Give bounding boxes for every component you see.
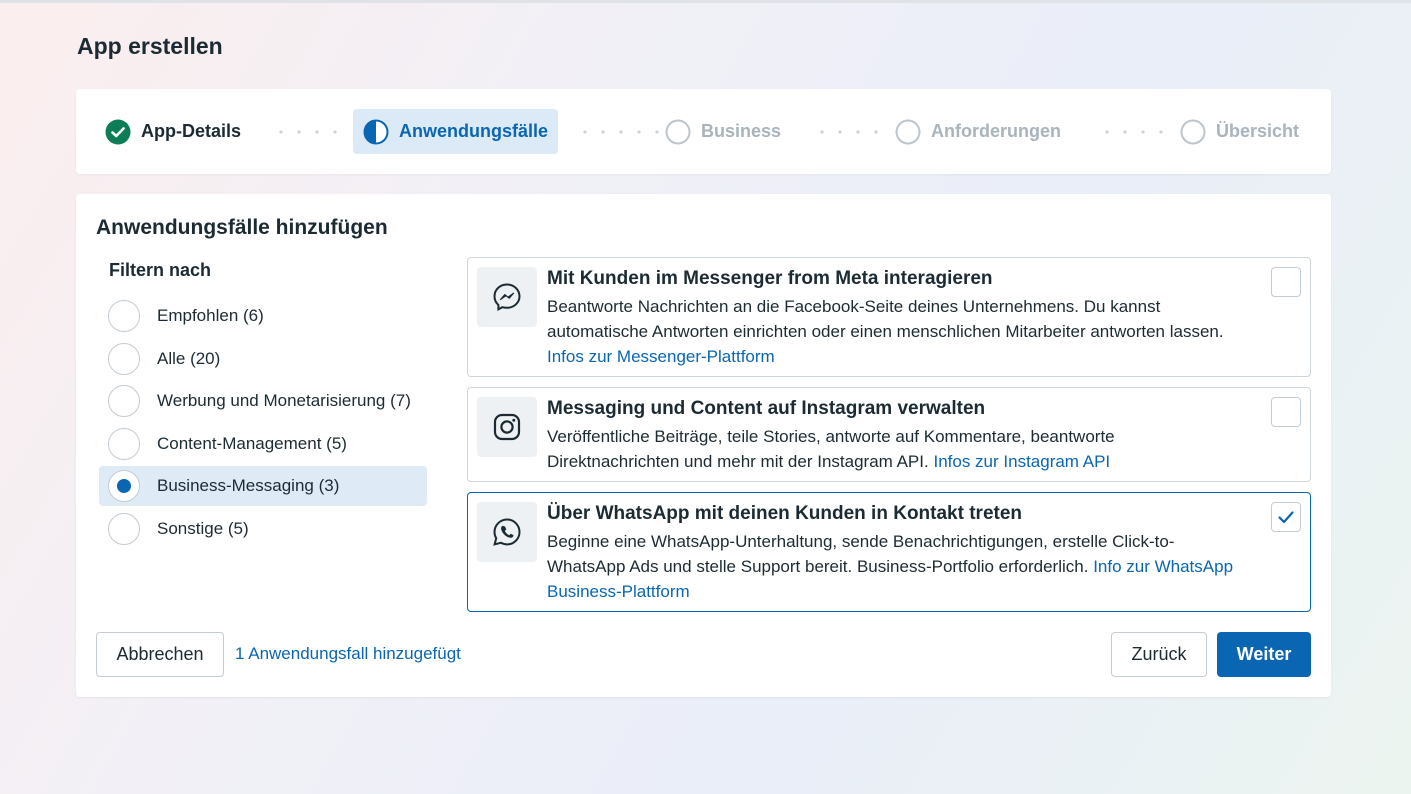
step-label: Anforderungen: [931, 121, 1061, 141]
filter-label: Empfohlen (6): [157, 306, 264, 325]
step-label: Übersicht: [1216, 121, 1300, 141]
step-app-details[interactable]: App-Details: [105, 109, 241, 154]
step-connector: [813, 130, 889, 134]
filter-item-recommended[interactable]: Empfohlen (6): [99, 296, 427, 336]
card-title: Anwendungsfälle hinzufügen: [96, 216, 388, 239]
use-case-messenger[interactable]: Mit Kunden im Messenger from Meta intera…: [467, 257, 1311, 377]
filter-item-all[interactable]: Alle (20): [99, 339, 427, 379]
use-case-checkbox[interactable]: [1271, 397, 1301, 427]
use-case-title: Messaging und Content auf Instagram verw…: [547, 398, 986, 419]
messenger-info-link[interactable]: Infos zur Messenger-Plattform: [547, 347, 775, 366]
use-case-title: Mit Kunden im Messenger from Meta intera…: [547, 268, 993, 289]
step-requirements[interactable]: Anforderungen: [895, 109, 1061, 154]
use-case-instagram[interactable]: Messaging und Content auf Instagram verw…: [467, 387, 1311, 482]
instagram-icon: [477, 397, 537, 457]
radio-button[interactable]: [108, 428, 140, 460]
radio-button[interactable]: [108, 513, 140, 545]
check-circle-icon: [105, 119, 131, 144]
top-divider: [0, 0, 1411, 3]
filter-item-content-management[interactable]: Content-Management (5): [99, 424, 427, 464]
step-label: App-Details: [141, 121, 242, 141]
use-case-title: Über WhatsApp mit deinen Kunden in Konta…: [547, 503, 1023, 524]
step-connector: [576, 130, 660, 134]
radio-button[interactable]: [108, 385, 140, 417]
page-title: App erstellen: [77, 33, 223, 59]
next-button[interactable]: Weiter: [1217, 632, 1311, 677]
description-text: Beantworte Nachrichten an die Facebook-S…: [547, 297, 1224, 341]
step-business[interactable]: Business: [665, 109, 781, 154]
filter-label: Alle (20): [157, 349, 221, 368]
step-label: Business: [701, 121, 782, 141]
use-case-card: Anwendungsfälle hinzufügen Filtern nach …: [76, 194, 1331, 697]
radio-button[interactable]: [108, 343, 140, 375]
filter-label: Business-Messaging (3): [157, 476, 340, 495]
filter-title: Filtern nach: [109, 260, 212, 280]
messenger-icon: [477, 267, 537, 327]
empty-circle-icon: [1180, 119, 1206, 144]
radio-button[interactable]: [108, 300, 140, 332]
step-use-cases[interactable]: Anwendungsfälle: [353, 109, 559, 154]
filter-item-business-messaging[interactable]: Business-Messaging (3): [99, 466, 427, 506]
step-label: Anwendungsfälle: [399, 121, 549, 141]
empty-circle-icon: [895, 119, 921, 144]
empty-circle-icon: [665, 119, 691, 144]
use-case-description: Beginne eine WhatsApp-Unterhaltung, send…: [547, 529, 1237, 604]
use-case-description: Veröffentliche Beiträge, teile Stories, …: [547, 424, 1237, 474]
use-case-checkbox[interactable]: [1271, 267, 1301, 297]
filter-label: Content-Management (5): [157, 434, 347, 453]
checkmark-icon: [1278, 511, 1294, 524]
step-connector: [272, 130, 348, 134]
whatsapp-icon: [477, 502, 537, 562]
step-connector: [1098, 130, 1174, 134]
use-case-whatsapp[interactable]: Über WhatsApp mit deinen Kunden in Konta…: [467, 492, 1311, 612]
filter-item-other[interactable]: Sonstige (5): [99, 509, 427, 549]
added-use-cases-link[interactable]: 1 Anwendungsfall hinzugefügt: [235, 644, 461, 664]
filter-item-ads-monetization[interactable]: Werbung und Monetarisierung (7): [99, 381, 427, 421]
use-case-description: Beantworte Nachrichten an die Facebook-S…: [547, 294, 1237, 369]
instagram-info-link[interactable]: Infos zur Instagram API: [933, 452, 1110, 471]
use-case-checkbox-checked[interactable]: [1271, 502, 1301, 532]
radio-button-selected[interactable]: [108, 470, 140, 502]
filter-label: Werbung und Monetarisierung (7): [157, 391, 411, 410]
half-circle-icon: [363, 119, 389, 144]
cancel-button[interactable]: Abbrechen: [96, 632, 224, 677]
stepper: App-Details Anwendungsfälle Business Anf…: [76, 89, 1331, 174]
filter-label: Sonstige (5): [157, 519, 249, 538]
back-button[interactable]: Zurück: [1111, 632, 1207, 677]
description-text: Beginne eine WhatsApp-Unterhaltung, send…: [547, 532, 1175, 576]
step-overview[interactable]: Übersicht: [1180, 109, 1299, 154]
